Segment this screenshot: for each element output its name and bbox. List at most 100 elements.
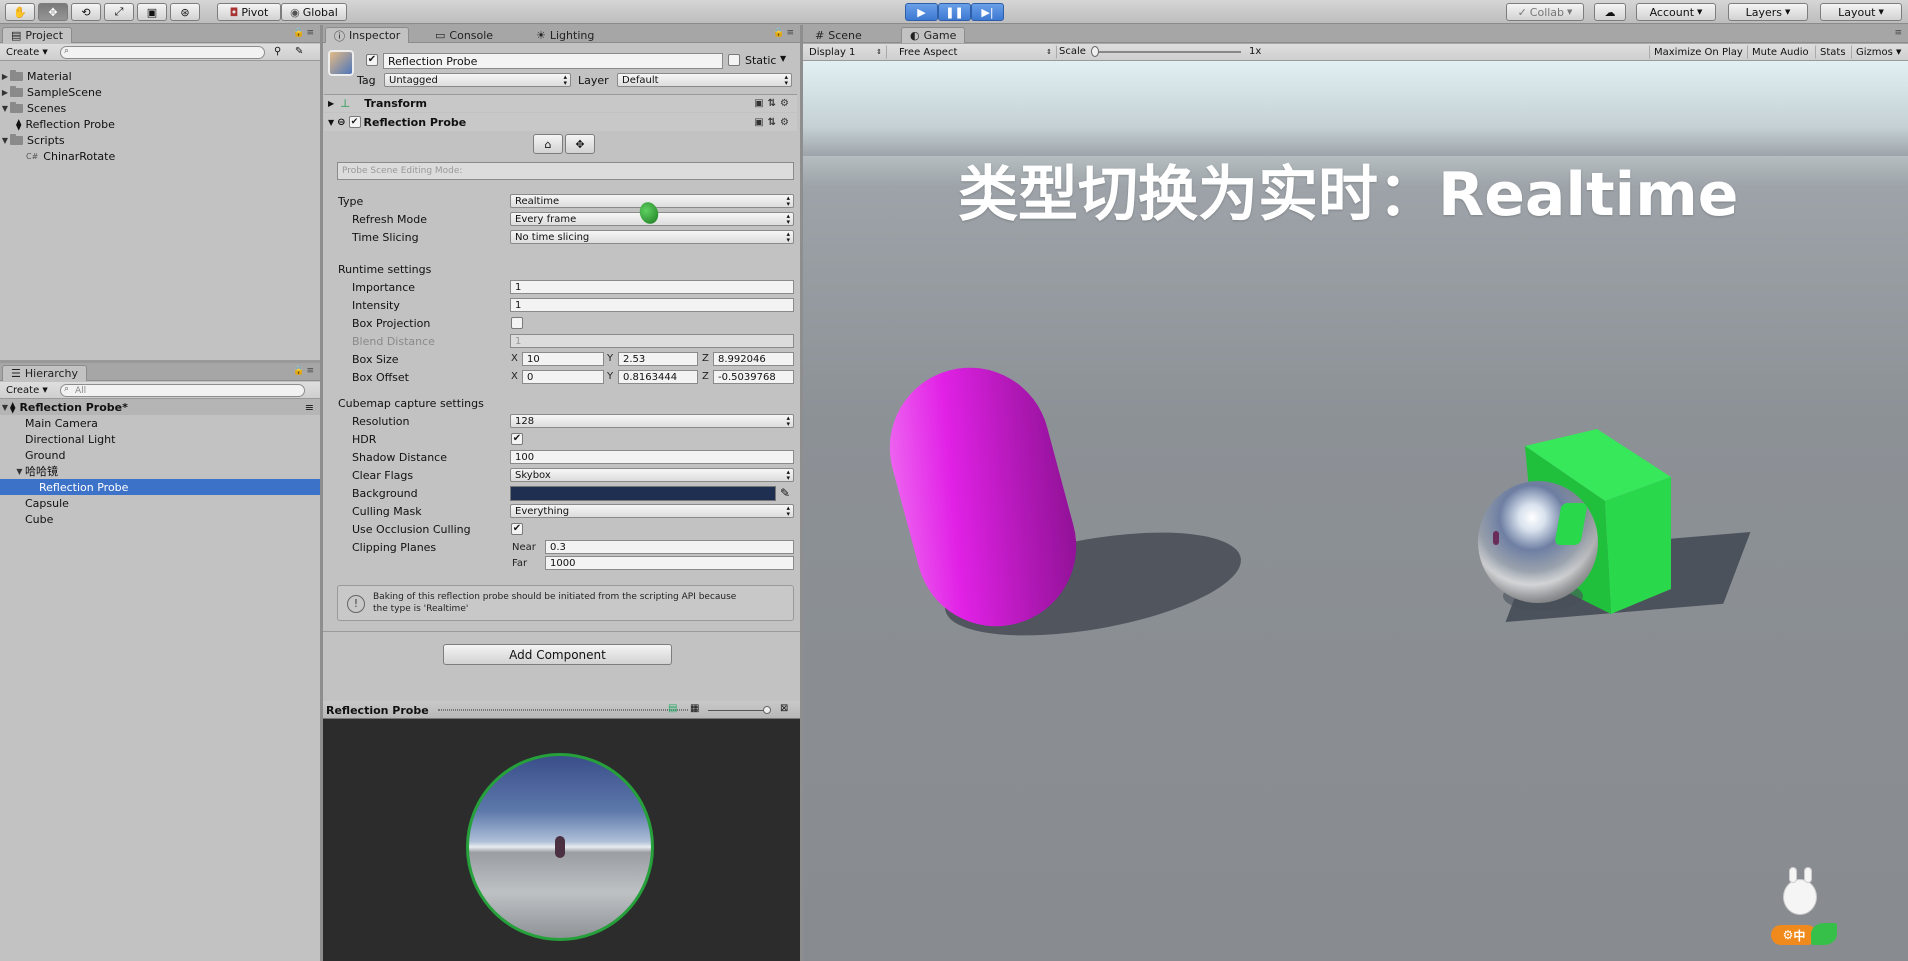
hierarchy-subbar: Create ▼ ⌕ All [0, 382, 320, 399]
game-view-viewport[interactable]: 类型切换为实时：Realtime ⚙ 中 [803, 61, 1908, 961]
layers-dropdown[interactable]: Layers ▼ [1728, 3, 1808, 21]
tag-dropdown[interactable]: Untagged ▴ ▾ [384, 73, 571, 87]
shadow-distance-field[interactable]: 100 [510, 450, 794, 464]
transform-header[interactable]: ▶ ⊥ Transform ▣⇅⚙ [324, 94, 797, 112]
box-size-y-field[interactable]: 2.53 [618, 352, 698, 366]
tab-console[interactable]: ▭ Console [427, 27, 501, 43]
rotate-tool-button[interactable]: ⟲ [71, 3, 101, 21]
hdr-checkbox[interactable]: ✔ [511, 433, 523, 445]
resolution-dropdown[interactable]: 128 ▴ ▾ [510, 414, 794, 428]
hierarchy-item-reflection-probe[interactable]: Reflection Probe [0, 479, 320, 495]
aspect-dropdown[interactable]: Free Aspect ⇕ [895, 45, 1057, 59]
importance-field[interactable]: 1 [510, 280, 794, 294]
box-projection-checkbox[interactable] [511, 317, 523, 329]
component-settings-icon[interactable]: ▣⇅⚙ [754, 98, 793, 109]
static-dropdown-icon[interactable]: ▼ [780, 54, 786, 63]
transform-tool-button[interactable]: ⊛ [170, 3, 200, 21]
project-item-scenes[interactable]: ▼ Scenes [0, 100, 66, 116]
box-offset-z-field[interactable]: -0.5039768 [713, 370, 794, 384]
far-field[interactable]: 1000 [545, 556, 794, 570]
tab-game[interactable]: ◐ Game [901, 27, 966, 43]
tab-hierarchy[interactable]: ☰ Hierarchy [2, 365, 88, 381]
pause-button[interactable]: ❚❚ [938, 3, 971, 21]
background-color-swatch[interactable] [510, 486, 776, 501]
eyedropper-icon[interactable]: ✎ [780, 486, 790, 500]
exposure-slider-track[interactable] [708, 710, 768, 711]
maximize-on-play-toggle[interactable]: Maximize On Play [1649, 45, 1747, 59]
play-button[interactable]: ▶ [905, 3, 938, 21]
occlusion-culling-checkbox[interactable]: ✔ [511, 523, 523, 535]
hand-tool-button[interactable]: ✋ [5, 3, 35, 21]
pivot-toggle[interactable]: ◘ Pivot [217, 3, 281, 21]
edit-bounds-button[interactable]: ⌂ [533, 134, 563, 154]
project-create-dropdown[interactable]: Create ▼ [2, 45, 52, 59]
tab-inspector[interactable]: ⓘ Inspector [325, 27, 410, 43]
active-checkbox[interactable]: ✔ [366, 54, 378, 66]
project-search-input[interactable]: ⌕ [60, 46, 265, 59]
box-size-x-field[interactable]: 10 [522, 352, 604, 366]
gizmos-dropdown[interactable]: Gizmos ▼ [1851, 45, 1905, 59]
panel-menu-icon[interactable]: ≡ [1894, 28, 1904, 38]
scene-header[interactable]: ▼ ⧫ Reflection Probe* ≡ [0, 399, 320, 415]
time-slicing-dropdown[interactable]: No time slicing ▴ ▾ [510, 230, 794, 244]
tab-project[interactable]: ▤ Project [2, 27, 73, 43]
cloud-button[interactable]: ☁ [1594, 3, 1626, 21]
step-button[interactable]: ▶| [971, 3, 1004, 21]
add-component-button[interactable]: Add Component [443, 644, 672, 665]
hierarchy-item-directional-light[interactable]: Directional Light [0, 431, 115, 447]
scale-slider-track[interactable] [1093, 51, 1241, 53]
preview-menu-icon[interactable]: ⊠ [780, 703, 788, 714]
filter-label-icon[interactable]: ✎ [295, 46, 303, 57]
hierarchy-item-cube[interactable]: Cube [0, 511, 53, 527]
hierarchy-item-mirror[interactable]: ▼ 哈哈镜 [0, 463, 58, 479]
exposure-slider-thumb[interactable] [763, 706, 771, 714]
reflection-probe-header[interactable]: ▼ ⊖ ✔ Reflection Probe ▣⇅⚙ [324, 113, 797, 131]
collab-button[interactable]: ✓ Collab ▼ [1506, 3, 1584, 21]
project-item-material[interactable]: ▶ Material [0, 68, 72, 84]
layer-dropdown[interactable]: Default ▴ ▾ [617, 73, 792, 87]
panel-menu-icon[interactable]: 🔒≡ [773, 28, 796, 38]
edit-origin-button[interactable]: ✥ [565, 134, 595, 154]
scene-menu-icon[interactable]: ≡ [305, 401, 314, 414]
hierarchy-search-input[interactable]: ⌕ All [60, 384, 305, 397]
clear-flags-dropdown[interactable]: Skybox ▴ ▾ [510, 468, 794, 482]
culling-mask-dropdown[interactable]: Everything ▴ ▾ [510, 504, 794, 518]
preview-grid-icon[interactable]: ▦ [690, 703, 699, 714]
rect-tool-button[interactable]: ▣ [137, 3, 167, 21]
mute-audio-toggle[interactable]: Mute Audio [1747, 45, 1813, 59]
panel-menu-icon[interactable]: 🔒≡ [293, 28, 316, 38]
tab-scene[interactable]: # Scene [807, 27, 870, 43]
tag-label: Tag [357, 74, 376, 87]
near-field[interactable]: 0.3 [545, 540, 794, 554]
project-item-reflection-probe[interactable]: ⧫ Reflection Probe [0, 116, 115, 132]
stats-toggle[interactable]: Stats [1815, 45, 1850, 59]
box-offset-x-field[interactable]: 0 [522, 370, 604, 384]
tab-lighting[interactable]: ☀ Lighting [528, 27, 602, 43]
project-item-scripts[interactable]: ▼ Scripts [0, 132, 65, 148]
display-dropdown[interactable]: Display 1 ⇕ [805, 45, 887, 59]
hierarchy-item-ground[interactable]: Ground [0, 447, 65, 463]
intensity-field[interactable]: 1 [510, 298, 794, 312]
component-settings-icon[interactable]: ▣⇅⚙ [754, 117, 793, 128]
hierarchy-create-dropdown[interactable]: Create ▼ [2, 383, 52, 397]
object-name-field[interactable]: Reflection Probe [383, 53, 723, 69]
project-item-chinarrotate[interactable]: C# ChinarRotate [0, 148, 115, 164]
account-dropdown[interactable]: Account ▼ [1636, 3, 1716, 21]
move-tool-button[interactable]: ✥ [38, 3, 68, 21]
box-size-z-field[interactable]: 8.992046 [713, 352, 794, 366]
ime-mascot[interactable]: ⚙ 中 [1771, 867, 1837, 948]
panel-menu-icon[interactable]: 🔒≡ [293, 366, 316, 376]
scale-tool-button[interactable]: ⤢ [104, 3, 134, 21]
global-toggle[interactable]: ◉ Global [281, 3, 347, 21]
project-item-samplescene[interactable]: ▶ SampleScene [0, 84, 102, 100]
static-checkbox[interactable] [728, 54, 740, 66]
hierarchy-item-main-camera[interactable]: Main Camera [0, 415, 98, 431]
probe-enabled-checkbox[interactable]: ✔ [348, 116, 361, 128]
box-offset-y-field[interactable]: 0.8163444 [618, 370, 698, 384]
drag-handle[interactable] [438, 709, 688, 711]
hierarchy-item-capsule[interactable]: Capsule [0, 495, 69, 511]
preview-mode-icon[interactable]: ▤ [668, 703, 677, 714]
layout-dropdown[interactable]: Layout ▼ [1820, 3, 1902, 21]
scale-slider-thumb[interactable] [1091, 46, 1099, 57]
filter-type-icon[interactable]: ⚲ [274, 46, 281, 57]
